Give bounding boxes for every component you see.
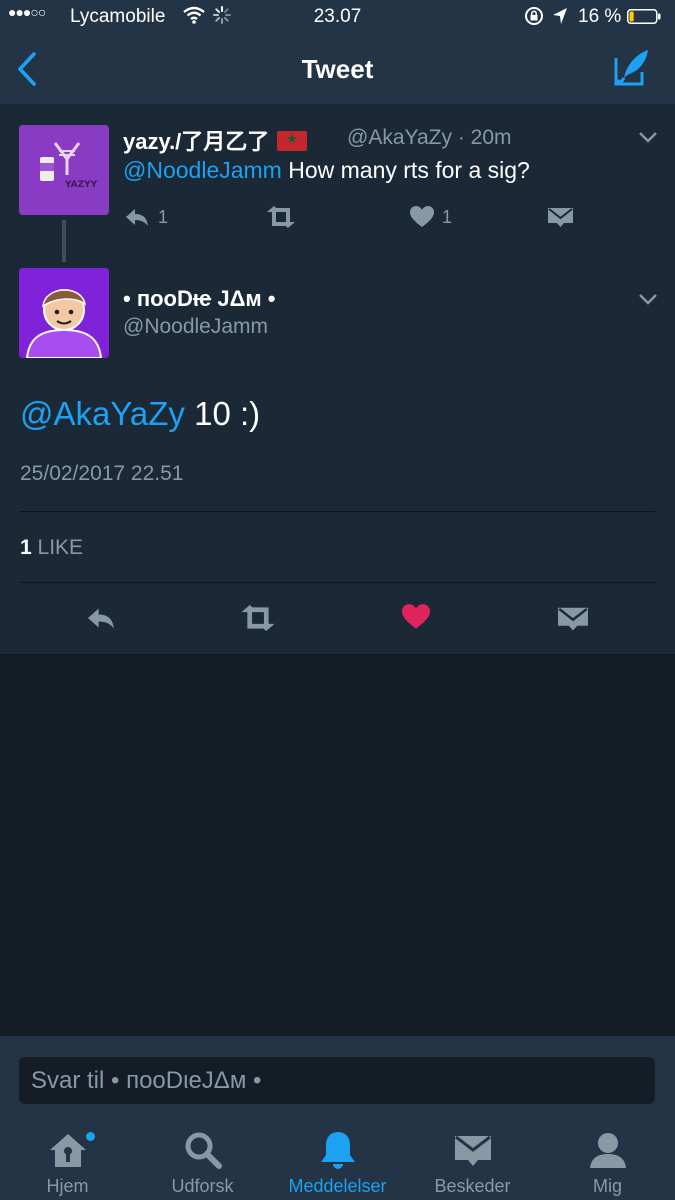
reply-button[interactable] xyxy=(85,605,117,631)
parent-tweet-time: · 20m xyxy=(457,126,512,149)
parent-author-handle: @AkaYaZy · 20m xyxy=(347,126,512,149)
navigation-bar: Tweet xyxy=(0,34,675,104)
parent-author-name[interactable]: yazy./了月乙了 xyxy=(123,124,308,156)
main-author-handle: @NoodleJamm xyxy=(123,315,269,338)
parent-like-button[interactable]: 1 xyxy=(410,206,452,228)
battery-percent: 16 % xyxy=(578,6,622,27)
parent-reply-count: 1 xyxy=(158,206,169,227)
chevron-down-icon[interactable] xyxy=(638,131,658,143)
divider xyxy=(20,582,655,583)
reply-input[interactable] xyxy=(19,1057,655,1104)
parent-tweet-text: @NoodleJamm How many rts for a sig? xyxy=(123,157,530,183)
home-notification-dot xyxy=(86,1132,95,1141)
chevron-down-icon[interactable] xyxy=(638,293,658,305)
home-icon xyxy=(49,1134,86,1167)
person-icon xyxy=(589,1133,626,1168)
main-tweet-mention[interactable]: @AkaYaZy xyxy=(20,395,185,432)
status-bar: ●●●○○ Lycamobile 23.07 16 % xyxy=(0,0,675,34)
envelope-icon xyxy=(548,208,573,227)
search-icon xyxy=(185,1132,222,1169)
compose-tweet-icon[interactable] xyxy=(612,48,652,88)
morocco-flag-icon xyxy=(277,131,308,151)
like-count: 1 xyxy=(20,536,32,559)
panel-bottom-border xyxy=(0,654,675,655)
like-summary[interactable]: 1 LIKE xyxy=(20,536,83,560)
envelope-icon xyxy=(454,1135,491,1166)
divider xyxy=(20,511,655,512)
main-tweet-text: @AkaYaZy 10 :) xyxy=(20,395,261,432)
bell-icon xyxy=(320,1132,355,1169)
parent-dm-button[interactable] xyxy=(548,206,573,228)
battery-icon xyxy=(627,9,661,24)
main-avatar[interactable] xyxy=(19,268,109,358)
direct-message-button[interactable] xyxy=(558,605,588,632)
tab-notifications[interactable]: Meddelelser xyxy=(270,1130,405,1197)
tab-home[interactable]: Hjem xyxy=(0,1130,135,1197)
tweet-timestamp: 25/02/2017 22.51 xyxy=(20,462,184,485)
like-label: LIKE xyxy=(31,536,84,559)
orientation-lock-icon xyxy=(525,7,543,25)
tab-explore[interactable]: Udforsk xyxy=(135,1130,270,1197)
status-time: 23.07 xyxy=(313,6,362,27)
main-author-name[interactable]: • пooDιe JΔм • xyxy=(123,286,276,312)
tab-messages[interactable]: Beskeder xyxy=(405,1130,540,1197)
parent-avatar[interactable]: YAZYY xyxy=(19,125,109,215)
parent-reply-button[interactable]: 1 xyxy=(124,206,168,228)
page-title: Tweet xyxy=(301,54,374,84)
tab-me[interactable]: Mig xyxy=(540,1130,675,1197)
retweet-icon xyxy=(267,206,295,228)
yazy-logo-icon: YAZYY xyxy=(19,125,109,215)
location-arrow-icon xyxy=(553,8,567,24)
parent-retweet-button[interactable] xyxy=(265,206,297,228)
parent-like-count: 1 xyxy=(442,206,453,227)
retweet-button[interactable] xyxy=(239,605,277,631)
like-button-heart-icon[interactable] xyxy=(402,604,430,630)
thread-connector xyxy=(62,220,66,262)
heart-icon xyxy=(410,206,434,227)
parent-tweet-mention[interactable]: @NoodleJamm xyxy=(123,157,282,183)
avatar-text: YAZYY xyxy=(64,180,98,190)
reply-icon xyxy=(126,209,148,226)
cartoon-avatar-icon xyxy=(19,268,109,358)
